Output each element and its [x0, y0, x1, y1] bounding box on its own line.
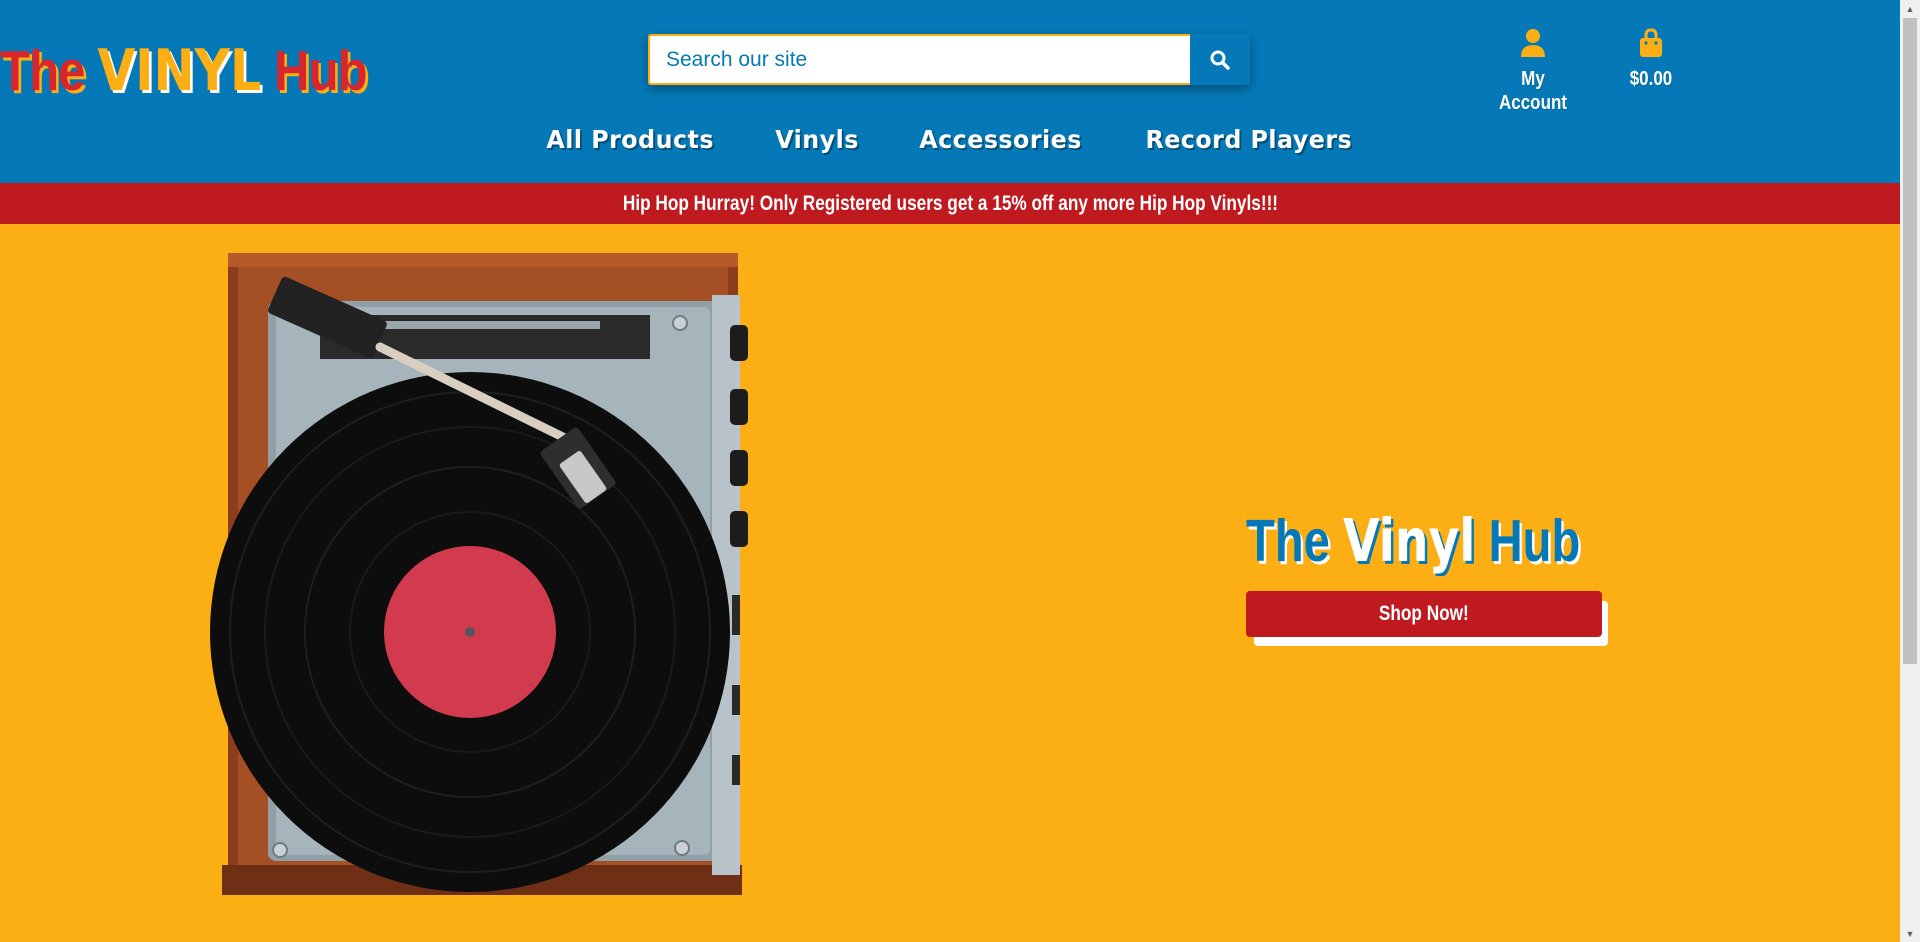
shop-now-wrapper: Shop Now!: [1246, 591, 1612, 648]
search-button[interactable]: [1190, 34, 1250, 85]
scrollbar-thumb[interactable]: [1903, 18, 1917, 664]
my-account-label: My Account: [1499, 68, 1567, 114]
shop-now-button[interactable]: Shop Now!: [1246, 591, 1602, 637]
hero-title-the: The: [1246, 508, 1344, 574]
main-nav: All Products Vinyls Accessories Record P…: [0, 125, 1900, 154]
cart-link[interactable]: $0.00: [1620, 28, 1682, 91]
logo-text-hub: Hub: [261, 39, 368, 103]
scroll-up-arrow-icon[interactable]: ▲: [1900, 0, 1920, 17]
site-header: The VINYL Hub My Account $0.00 All Produ…: [0, 0, 1900, 183]
shopping-bag-icon: [1640, 28, 1662, 57]
hero-title: The Vinyl Hub: [1246, 506, 1581, 575]
nav-all-products[interactable]: All Products: [547, 125, 715, 154]
search-icon: [1210, 50, 1230, 70]
turntable-image: [210, 253, 748, 895]
search-input[interactable]: [648, 34, 1190, 85]
cart-total: $0.00: [1629, 68, 1673, 90]
logo-text-vinyl: VINYL: [97, 38, 262, 104]
promo-text: Hip Hop Hurray! Only Registered users ge…: [622, 191, 1278, 215]
page-scrollbar[interactable]: ▲ ▼: [1900, 0, 1920, 942]
my-account-link[interactable]: My Account: [1486, 28, 1580, 115]
hero-title-hub: Hub: [1475, 508, 1581, 574]
nav-record-players[interactable]: Record Players: [1145, 125, 1352, 154]
scroll-down-arrow-icon[interactable]: ▼: [1900, 925, 1920, 942]
nav-vinyls[interactable]: Vinyls: [775, 125, 859, 154]
nav-accessories[interactable]: Accessories: [919, 125, 1082, 154]
user-icon: [1521, 29, 1545, 57]
promo-banner: Hip Hop Hurray! Only Registered users ge…: [0, 183, 1900, 224]
hero-title-vinyl: Vinyl: [1343, 506, 1476, 575]
shop-now-label: Shop Now!: [1379, 602, 1469, 625]
search-bar: [648, 34, 1250, 85]
site-logo[interactable]: The VINYL Hub: [0, 38, 368, 104]
hero-section: The Vinyl Hub Shop Now!: [0, 224, 1900, 942]
logo-text-the: The: [0, 39, 98, 103]
